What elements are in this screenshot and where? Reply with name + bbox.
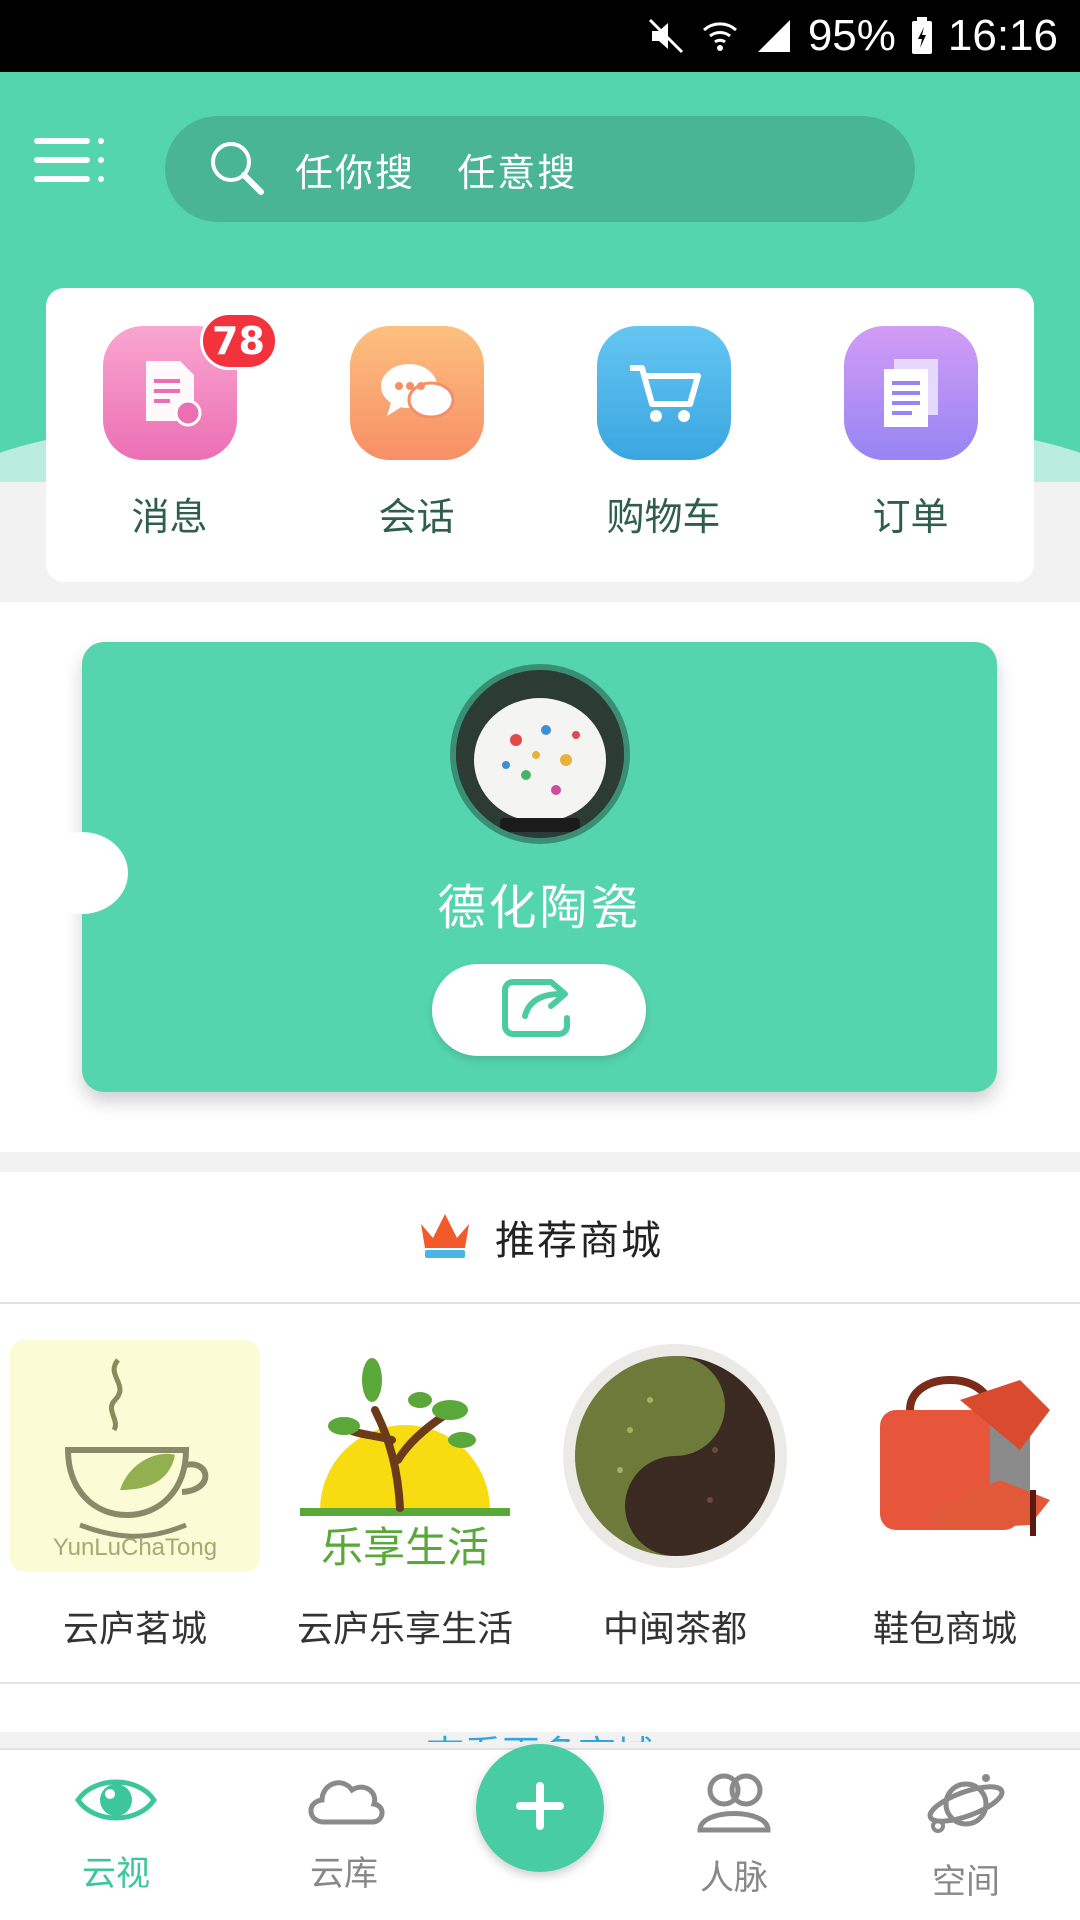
quick-action-label: 消息 bbox=[131, 495, 208, 539]
bottom-tab-bar: 云视 云库 人脉 空间 bbox=[0, 1744, 1080, 1920]
contacts-icon bbox=[692, 1773, 776, 1838]
quick-action-orders[interactable]: 订单 bbox=[811, 326, 1011, 582]
crown-icon bbox=[417, 1210, 473, 1264]
recommended-title: 推荐商城 bbox=[495, 1218, 663, 1264]
store-list: YunLuChaTong 云庐茗城 乐享生活 云庐乐享生活 中闽茶都 鞋包商城 bbox=[0, 1304, 1080, 1652]
tab-kongjian[interactable]: 空间 bbox=[886, 1770, 1046, 1903]
store-logo bbox=[550, 1340, 800, 1572]
tab-label: 云库 bbox=[310, 1854, 378, 1894]
store-logo: 乐享生活 bbox=[280, 1340, 530, 1572]
clock: 16:16 bbox=[947, 11, 1058, 60]
planet-icon bbox=[924, 1774, 1008, 1842]
tab-label: 人脉 bbox=[700, 1858, 768, 1898]
plus-icon bbox=[512, 1778, 568, 1838]
store-name: 中闽茶都 bbox=[602, 1609, 747, 1650]
quick-action-label: 购物车 bbox=[606, 495, 721, 539]
battery-icon bbox=[910, 16, 934, 56]
store-item[interactable]: 鞋包商城 bbox=[820, 1340, 1070, 1652]
tab-yunshi[interactable]: 云视 bbox=[36, 1770, 196, 1895]
chat-bubbles-icon bbox=[349, 326, 484, 460]
quick-action-label: 订单 bbox=[872, 495, 949, 539]
status-bar: 95% 16:16 bbox=[0, 0, 1080, 72]
search-bar[interactable]: 任你搜 任意搜 bbox=[165, 116, 915, 222]
shop-avatar bbox=[450, 664, 630, 844]
view-more-stores-link[interactable]: 查看更多商城 bbox=[0, 1682, 1080, 1742]
cloud-icon bbox=[302, 1780, 386, 1834]
quick-action-chat[interactable]: 会话 bbox=[317, 326, 517, 582]
shop-card-section: 德化陶瓷 bbox=[0, 602, 1080, 1152]
quick-action-messages[interactable]: 78 消息 bbox=[70, 312, 278, 582]
menu-button[interactable] bbox=[34, 132, 106, 188]
store-logo bbox=[820, 1340, 1070, 1572]
store-item[interactable]: 乐享生活 云庐乐享生活 bbox=[280, 1340, 530, 1652]
store-name: 云庐茗城 bbox=[62, 1609, 207, 1650]
tab-yunku[interactable]: 云库 bbox=[264, 1770, 424, 1895]
shop-name: 德化陶瓷 bbox=[437, 880, 642, 936]
battery-percent: 95% bbox=[807, 11, 896, 60]
cart-icon bbox=[596, 326, 731, 460]
quick-actions-panel: 78 消息 会话 购物车 订单 bbox=[46, 288, 1034, 582]
store-logo-text: 乐享生活 bbox=[321, 1523, 489, 1572]
order-doc-icon bbox=[843, 326, 978, 460]
shop-card[interactable]: 德化陶瓷 bbox=[36, 642, 997, 1092]
store-name: 云庐乐享生活 bbox=[296, 1609, 513, 1650]
share-button[interactable] bbox=[432, 964, 646, 1056]
tab-label: 云视 bbox=[82, 1854, 150, 1894]
recommended-header: 推荐商城 bbox=[0, 1172, 1080, 1304]
search-placeholder: 任你搜 任意搜 bbox=[295, 150, 578, 195]
store-logo-text: YunLuChaTong bbox=[53, 1534, 217, 1561]
search-icon bbox=[205, 136, 267, 202]
add-button[interactable] bbox=[476, 1744, 604, 1872]
quick-action-label: 会话 bbox=[378, 495, 455, 539]
wifi-icon bbox=[700, 16, 740, 56]
signal-icon bbox=[754, 16, 794, 56]
store-name: 鞋包商城 bbox=[872, 1609, 1017, 1650]
eye-icon bbox=[74, 1779, 158, 1834]
store-item[interactable]: 中闽茶都 bbox=[550, 1340, 800, 1652]
store-logo: YunLuChaTong bbox=[10, 1340, 260, 1572]
tab-renmai[interactable]: 人脉 bbox=[654, 1770, 814, 1899]
store-item[interactable]: YunLuChaTong 云庐茗城 bbox=[10, 1340, 260, 1652]
mute-icon bbox=[646, 16, 686, 56]
share-icon bbox=[499, 976, 579, 1044]
quick-action-cart[interactable]: 购物车 bbox=[564, 326, 764, 582]
recommended-section: 推荐商城 YunLuChaTong 云庐茗城 乐享生活 云庐乐享生活 中闽茶都 … bbox=[0, 1172, 1080, 1742]
tab-label: 空间 bbox=[932, 1862, 1000, 1902]
unread-badge: 78 bbox=[199, 312, 278, 370]
